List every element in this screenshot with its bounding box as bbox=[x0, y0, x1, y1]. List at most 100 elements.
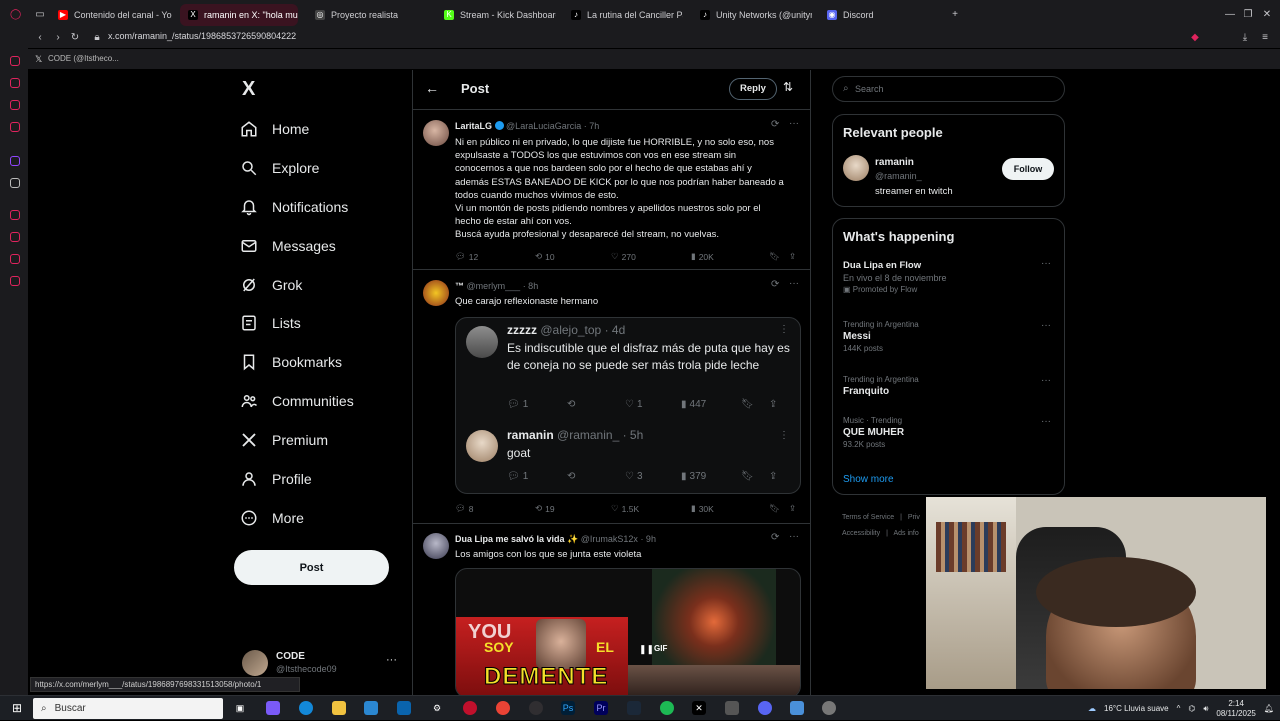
bookmark-item[interactable]: CODE (@Itsthecо... bbox=[48, 54, 119, 63]
windows-start-icon[interactable]: ⊞ bbox=[10, 701, 24, 715]
forward-icon[interactable]: › bbox=[53, 33, 63, 43]
nav-item-more[interactable]: More bbox=[240, 503, 304, 533]
trend-item[interactable]: Trending in Argentina Franquito ··· bbox=[843, 375, 1058, 397]
workspaces-icon[interactable]: ▭ bbox=[35, 10, 45, 20]
tweet-author[interactable]: LaritaLG @LaraLuciaGarcia · 7h bbox=[455, 121, 599, 131]
photoshop-icon[interactable]: Ps bbox=[561, 701, 575, 715]
footer-link[interactable]: Priv bbox=[908, 514, 920, 521]
quote-author[interactable]: zzzzz @alejo_top · 4d bbox=[507, 323, 625, 337]
quote-reply-name[interactable]: ramanin bbox=[507, 428, 554, 442]
trend-item[interactable]: Music · Trending QUE MUHER 93.2K posts ·… bbox=[843, 416, 1058, 449]
quoted-tweet[interactable]: zzzzz @alejo_top · 4d ⋮ Es indiscutible … bbox=[455, 317, 801, 494]
edge-icon[interactable] bbox=[299, 701, 313, 715]
nav-item-home[interactable]: Home bbox=[240, 114, 309, 144]
premiere-icon[interactable]: Pr bbox=[594, 701, 608, 715]
maximize-icon[interactable]: ❐ bbox=[1243, 10, 1253, 20]
more-icon[interactable]: ··· bbox=[789, 118, 799, 129]
share-action[interactable]: ⇪ bbox=[789, 251, 796, 262]
browser-tab[interactable]: ♪ La rutina del Canciller Pa bbox=[563, 4, 683, 26]
clock[interactable]: 2:14 08/11/2025 bbox=[1216, 699, 1255, 719]
task-view-icon[interactable]: ▣ bbox=[233, 701, 247, 715]
nav-item-profile[interactable]: Profile bbox=[240, 464, 312, 494]
minimize-icon[interactable]: — bbox=[1225, 10, 1235, 20]
account-more-icon[interactable]: ··· bbox=[386, 654, 397, 666]
author-handle[interactable]: @LaraLuciaGarcia bbox=[506, 121, 581, 131]
menu-icon[interactable]: ≡ bbox=[1260, 33, 1270, 43]
chrome-icon[interactable] bbox=[496, 701, 510, 715]
browser-tab[interactable]: K Stream - Kick Dashboard bbox=[436, 4, 556, 26]
grok-icon[interactable]: ⟳ bbox=[771, 532, 779, 543]
footer-link[interactable]: Terms of Service bbox=[842, 514, 894, 521]
store-icon[interactable] bbox=[364, 701, 378, 715]
bookmark-action[interactable]: 🔖︎ bbox=[769, 251, 780, 262]
capcut-icon[interactable]: ✕ bbox=[692, 701, 706, 715]
outlook-icon[interactable] bbox=[397, 701, 411, 715]
more-icon[interactable]: ··· bbox=[1041, 258, 1051, 269]
tweet-time[interactable]: · 9h bbox=[640, 534, 656, 544]
opera-icon[interactable] bbox=[463, 701, 477, 715]
copilot-icon[interactable] bbox=[266, 701, 280, 715]
bookmark-action[interactable]: 🔖︎ bbox=[741, 471, 754, 482]
file-explorer-icon[interactable] bbox=[332, 701, 346, 715]
app-icon[interactable] bbox=[725, 701, 739, 715]
sidebar-icon[interactable] bbox=[10, 56, 20, 66]
back-icon[interactable]: ‹ bbox=[35, 33, 45, 43]
like-action[interactable]: ♡ 1 bbox=[625, 399, 643, 410]
discord-icon[interactable] bbox=[758, 701, 772, 715]
weather-text[interactable]: 16°C Lluvia suave bbox=[1104, 704, 1169, 713]
browser-tab[interactable]: ♪ Unity Networks (@unityn bbox=[692, 4, 812, 26]
person-name[interactable]: ramanin bbox=[875, 157, 914, 168]
obs-icon[interactable] bbox=[529, 701, 543, 715]
sidebar-icon[interactable] bbox=[10, 210, 20, 220]
steam-icon[interactable] bbox=[627, 701, 641, 715]
avatar[interactable] bbox=[843, 155, 869, 181]
extensions-icon[interactable]: ◆ bbox=[1190, 33, 1200, 43]
tweet-author[interactable]: ™ @merlym___ · 8h bbox=[455, 281, 538, 291]
reply-tweet[interactable]: ™ @merlym___ · 8h ⟳ ··· Que carajo refle… bbox=[413, 271, 810, 524]
settings-icon[interactable]: ⚙ bbox=[430, 701, 444, 715]
volume-icon[interactable]: 🔊︎ bbox=[1203, 704, 1208, 714]
new-tab-icon[interactable]: + bbox=[950, 10, 960, 20]
spotify-icon[interactable] bbox=[660, 701, 674, 715]
app-icon[interactable] bbox=[790, 701, 804, 715]
tweet-author[interactable]: Dua Lipa me salvó la vida ✨ @IrumakS12x … bbox=[455, 534, 656, 545]
share-action[interactable]: ⇪ bbox=[789, 503, 796, 514]
avatar[interactable] bbox=[423, 120, 449, 146]
views-action[interactable]: ▮ 20K bbox=[691, 251, 714, 262]
like-action[interactable]: ♡ 3 bbox=[625, 471, 643, 482]
author-name[interactable]: ™ bbox=[455, 281, 464, 291]
nav-item-explore[interactable]: Explore bbox=[240, 153, 319, 183]
follow-button[interactable]: Follow bbox=[1002, 158, 1054, 180]
more-icon[interactable]: ··· bbox=[1041, 375, 1051, 386]
more-icon[interactable]: ··· bbox=[1041, 416, 1051, 427]
bookmark-action[interactable]: 🔖︎ bbox=[769, 503, 780, 514]
browser-tab[interactable]: Xramanin en X: "hola mucl bbox=[180, 4, 298, 26]
reply-action[interactable]: 💬︎ 8 bbox=[455, 503, 474, 514]
tweet-media[interactable]: YOU SOY EL DEMENTE ❚❚ GIF bbox=[455, 568, 801, 695]
quote-reply-time[interactable]: · 5h bbox=[623, 428, 644, 442]
tray-chevron-icon[interactable]: ^ bbox=[1177, 704, 1181, 713]
nav-item-lists[interactable]: Lists bbox=[240, 308, 301, 338]
repost-action[interactable]: ⟲ 10 bbox=[535, 251, 555, 262]
reply-tweet[interactable]: Dua Lipa me salvó la vida ✨ @IrumakS12x … bbox=[413, 525, 810, 695]
close-icon[interactable]: ✕ bbox=[1262, 10, 1272, 20]
sidebar-icon[interactable] bbox=[10, 232, 20, 242]
reload-icon[interactable]: ↻ bbox=[70, 33, 80, 43]
x-logo-icon[interactable]: X bbox=[242, 78, 255, 101]
quote-author-name[interactable]: zzzzz bbox=[507, 323, 537, 337]
grok-icon[interactable]: ⟳ bbox=[771, 119, 779, 130]
reply-avatar[interactable] bbox=[466, 430, 498, 462]
author-handle[interactable]: @merlym___ bbox=[467, 281, 521, 291]
show-more-link[interactable]: Show more bbox=[843, 474, 894, 485]
reply-action[interactable]: 💬︎ 1 bbox=[507, 471, 528, 482]
sidebar-icon[interactable] bbox=[10, 78, 20, 88]
avatar[interactable] bbox=[423, 533, 449, 559]
sidebar-icon[interactable] bbox=[10, 276, 20, 286]
download-icon[interactable]: ⤓ bbox=[1240, 33, 1250, 43]
sidebar-icon[interactable] bbox=[10, 254, 20, 264]
url-text[interactable]: x.com/ramanin_/status/198685372659080422… bbox=[108, 31, 296, 41]
avatar[interactable] bbox=[423, 280, 449, 306]
views-action[interactable]: ▮ 447 bbox=[681, 399, 706, 410]
nav-item-messages[interactable]: Messages bbox=[240, 231, 336, 261]
post-button[interactable]: Post bbox=[234, 550, 389, 585]
